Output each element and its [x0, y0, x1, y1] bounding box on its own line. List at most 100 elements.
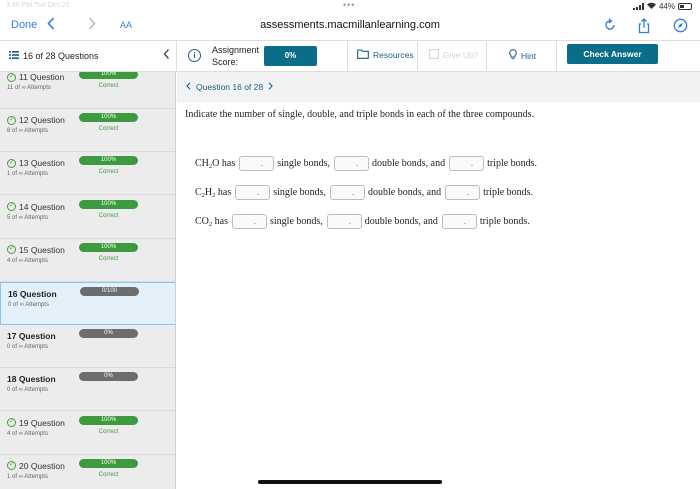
question-navigation: Question 16 of 28: [177, 72, 700, 102]
check-circle-icon: ✓: [7, 158, 16, 168]
divider: [417, 41, 418, 71]
triple-bonds-select[interactable]: ⌄: [441, 214, 477, 229]
question-status: Correct: [98, 126, 119, 133]
question-status: Correct: [98, 255, 119, 262]
question-score-pill: 0%: [79, 329, 138, 339]
question-score-pill: 100%: [79, 72, 138, 79]
question-title: ✓ 13 Question: [7, 158, 65, 168]
browser-toolbar: Done AA assessments.macmillanlearning.co…: [0, 14, 700, 40]
folder-icon: [357, 49, 369, 61]
question-attempts: 4 of ∞ Attempts: [7, 257, 48, 264]
chevron-down-icon: ⌄: [252, 221, 257, 226]
compound-formula: C2H2: [195, 186, 216, 199]
single-bonds-select[interactable]: ⌄: [235, 185, 271, 200]
question-title: 16 Question: [8, 289, 57, 299]
double-bonds-select[interactable]: ⌄: [326, 214, 362, 229]
score-label-line1: Assignment: [212, 45, 260, 55]
double-bonds-select[interactable]: ⌄: [334, 156, 370, 171]
question-title-text: 17 Question: [7, 331, 56, 342]
question-list-sidebar: ✓ 11 Question 11 of ∞ Attempts 100% Correct ✓…: [0, 72, 176, 489]
wifi-icon: [646, 2, 656, 11]
divider: [556, 41, 557, 71]
question-score-pill: 0%: [79, 372, 138, 382]
question-title: 17 Question: [7, 331, 56, 341]
divider: [486, 41, 487, 71]
question-attempts: 1 of ∞ Attempts: [7, 171, 48, 178]
reload-icon[interactable]: [603, 18, 619, 34]
double-bonds-select[interactable]: ⌄: [330, 185, 366, 200]
single-bonds-select[interactable]: ⌄: [239, 156, 275, 171]
triple-bonds-label: triple bonds.: [487, 158, 538, 169]
double-bonds-label: double bonds, and: [364, 216, 438, 227]
resources-button[interactable]: Resources: [357, 49, 414, 61]
question-attempts: 4 of ∞ Attempts: [7, 430, 48, 437]
compound-row-ch2o: CH2O has ⌄ single bonds, ⌄ double bonds,…: [195, 156, 537, 171]
triple-bonds-select[interactable]: ⌄: [445, 185, 481, 200]
questions-menu-button[interactable]: 16 of 28 Questions: [9, 51, 99, 61]
question-title-text: 11 Question: [19, 72, 65, 82]
divider: [347, 41, 348, 71]
question-title: 18 Question: [7, 374, 56, 384]
hint-button[interactable]: Hint: [509, 49, 536, 62]
home-indicator[interactable]: [258, 480, 442, 484]
compound-formula: CH2O: [195, 157, 220, 170]
next-question-icon[interactable]: [268, 82, 273, 92]
question-title: ✓ 19 Question: [7, 418, 65, 428]
hint-label: Hint: [521, 50, 537, 61]
triple-bonds-select[interactable]: ⌄: [449, 156, 485, 171]
sidebar-question-item[interactable]: 16 Question 0 of ∞ Attempts 0/100: [0, 282, 175, 325]
compass-icon[interactable]: [673, 18, 689, 34]
sidebar-question-item[interactable]: 18 Question 0 of ∞ Attempts 0%: [0, 368, 175, 412]
question-attempts: 11 of ∞ Attempts: [7, 85, 51, 91]
address-bar[interactable]: assessments.macmillanlearning.com: [0, 19, 700, 31]
check-circle-icon: ✓: [7, 418, 16, 428]
question-title-text: 12 Question: [19, 115, 65, 126]
question-attempts: 0 of ∞ Attempts: [7, 344, 48, 351]
question-status: Correct: [98, 212, 119, 219]
status-time: 3:46 PM Tue Dec 22: [6, 2, 70, 9]
battery-percent: 44%: [658, 2, 675, 11]
check-answer-button[interactable]: Check Answer: [567, 44, 658, 64]
score-label-line2: Score:: [212, 57, 239, 67]
compound-row-c2h2: C2H2 has ⌄ single bonds, ⌄ double bonds,…: [195, 185, 533, 200]
chevron-down-icon: ⌄: [469, 163, 475, 168]
sidebar-question-item[interactable]: ✓ 20 Question 1 of ∞ Attempts 100% Correct: [0, 455, 175, 489]
triple-bonds-label: triple bonds.: [479, 216, 530, 227]
chevron-down-icon: ⌄: [465, 192, 471, 197]
chevron-down-icon: ⌄: [354, 163, 360, 168]
chevron-down-icon: ⌄: [256, 192, 261, 197]
sidebar-question-item[interactable]: ✓ 14 Question 5 of ∞ Attempts 100% Correct: [0, 196, 175, 239]
status-bar: 3:46 PM Tue Dec 22 ••• 44%: [0, 0, 700, 14]
info-icon[interactable]: i: [188, 49, 201, 62]
share-icon[interactable]: [637, 18, 653, 34]
previous-question-icon[interactable]: [186, 82, 191, 92]
check-circle-icon: ✓: [7, 245, 16, 255]
sidebar-question-item[interactable]: ✓ 11 Question 11 of ∞ Attempts 100% Correct: [0, 72, 175, 109]
question-title-text: 14 Question: [19, 201, 65, 212]
sidebar-question-item[interactable]: ✓ 15 Question 4 of ∞ Attempts 100% Correct: [0, 239, 175, 282]
sidebar-question-item[interactable]: ✓ 13 Question 1 of ∞ Attempts 100% Correct: [0, 152, 175, 196]
question-score-pill: 100%: [79, 199, 138, 209]
question-attempts: 5 of ∞ Attempts: [7, 214, 48, 221]
give-up-button[interactable]: Give Up?: [429, 49, 478, 61]
assignment-score-value: 0%: [264, 46, 317, 66]
question-status: Correct: [98, 83, 119, 89]
assignment-header: 16 of 28 Questions i Assignment Score: 0…: [0, 40, 700, 72]
question-status: Correct: [98, 428, 119, 435]
sidebar-question-item[interactable]: 17 Question 0 of ∞ Attempts 0%: [0, 325, 175, 369]
sidebar-question-item[interactable]: ✓ 12 Question 6 of ∞ Attempts 100% Correct: [0, 109, 175, 153]
collapse-sidebar-icon[interactable]: [163, 48, 170, 63]
question-score-pill: 100%: [79, 156, 138, 166]
sidebar-question-item[interactable]: ✓ 19 Question 4 of ∞ Attempts 100% Correct: [0, 412, 175, 455]
question-title: ✓ 12 Question: [7, 115, 65, 125]
chevron-down-icon: ⌄: [260, 163, 265, 168]
battery-icon: [678, 3, 692, 10]
question-score-pill: 100%: [79, 242, 138, 252]
question-attempts: 1 of ∞ Attempts: [7, 473, 48, 480]
question-status: Correct: [98, 169, 119, 176]
compound-row-co2: CO2 has ⌄ single bonds, ⌄ double bonds, …: [195, 214, 530, 229]
single-bonds-select[interactable]: ⌄: [232, 214, 267, 229]
multitask-dots-icon[interactable]: •••: [343, 0, 355, 10]
question-attempts: 6 of ∞ Attempts: [7, 128, 48, 135]
question-title-text: 20 Question: [19, 460, 65, 471]
